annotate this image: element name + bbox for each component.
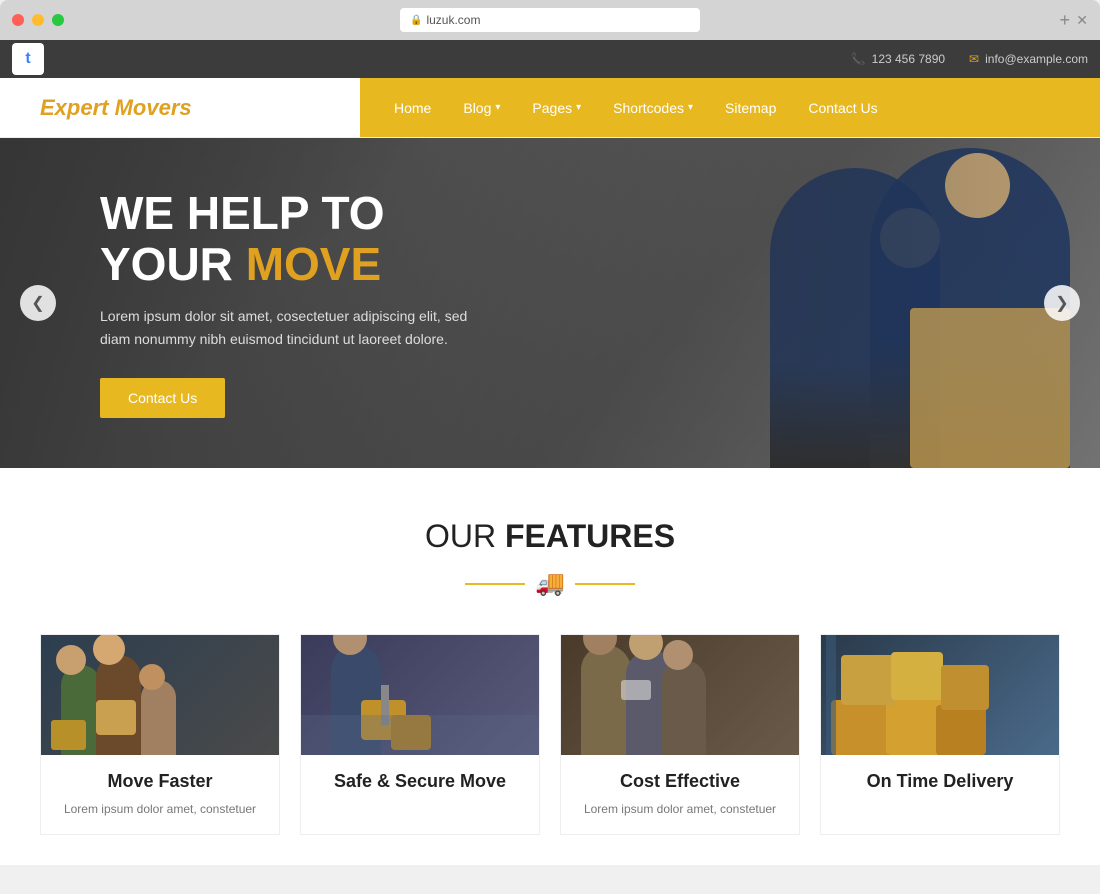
minimize-dot[interactable] bbox=[32, 14, 44, 26]
nav-blog[interactable]: Blog ▾ bbox=[449, 92, 514, 124]
site-title: Expert Movers bbox=[40, 95, 192, 121]
features-header: OUR FEATURES 🚚 bbox=[40, 518, 1060, 598]
site-logo: t bbox=[12, 43, 44, 75]
lock-icon: 🔒 bbox=[410, 15, 422, 26]
feature-card-title-1: Move Faster bbox=[57, 771, 263, 792]
shortcodes-chevron-icon: ▾ bbox=[688, 102, 693, 113]
site-topbar: t 📞 123 456 7890 ✉ info@example.com bbox=[0, 40, 1100, 78]
feature-card-body-2: Safe & Secure Move bbox=[301, 755, 539, 816]
hero-content: WE HELP TO YOUR MOVE Lorem ipsum dolor s… bbox=[100, 188, 480, 418]
chevron-left-icon: ❮ bbox=[31, 293, 44, 313]
feature-card-desc-1: Lorem ipsum dolor amet, constetuer bbox=[57, 800, 263, 818]
chevron-right-icon: ❯ bbox=[1055, 293, 1068, 313]
features-divider: 🚚 bbox=[40, 569, 1060, 598]
hero-box bbox=[910, 308, 1070, 468]
divider-line-left bbox=[465, 583, 525, 585]
nav-home[interactable]: Home bbox=[380, 92, 445, 124]
blog-chevron-icon: ▾ bbox=[495, 102, 500, 113]
features-section: OUR FEATURES 🚚 bbox=[0, 468, 1100, 865]
hero-title-highlight: MOVE bbox=[246, 238, 381, 290]
nav-contact[interactable]: Contact Us bbox=[794, 92, 891, 124]
url-text: luzuk.com bbox=[426, 13, 480, 27]
feature-card-body-1: Move Faster Lorem ipsum dolor amet, cons… bbox=[41, 755, 279, 834]
maximize-dot[interactable] bbox=[52, 14, 64, 26]
phone-info: 📞 123 456 7890 bbox=[851, 52, 945, 66]
phone-icon: 📞 bbox=[851, 52, 866, 66]
features-title-normal: OUR bbox=[425, 518, 505, 554]
hero-next-button[interactable]: ❯ bbox=[1044, 285, 1080, 321]
hero-title-line2: YOUR MOVE bbox=[100, 239, 480, 290]
hero-description: Lorem ipsum dolor sit amet, cosectetuer … bbox=[100, 305, 480, 350]
email-address: info@example.com bbox=[985, 52, 1088, 66]
address-bar[interactable]: 🔒 luzuk.com bbox=[400, 8, 700, 32]
nav-sitemap[interactable]: Sitemap bbox=[711, 92, 790, 124]
email-info: ✉ info@example.com bbox=[969, 52, 1088, 66]
feature-card-body-3: Cost Effective Lorem ipsum dolor amet, c… bbox=[561, 755, 799, 834]
close-button[interactable]: ✕ bbox=[1076, 12, 1088, 29]
browser-window: 🔒 luzuk.com + ✕ t 📞 123 456 7890 ✉ info@… bbox=[0, 0, 1100, 865]
phone-number: 123 456 7890 bbox=[872, 52, 945, 66]
truck-icon: 🚚 bbox=[535, 569, 565, 598]
feature-card-body-4: On Time Delivery bbox=[821, 755, 1059, 816]
browser-dots bbox=[12, 14, 64, 26]
nav-pages[interactable]: Pages ▾ bbox=[518, 92, 595, 124]
hero-section: WE HELP TO YOUR MOVE Lorem ipsum dolor s… bbox=[0, 138, 1100, 468]
browser-titlebar: 🔒 luzuk.com + ✕ bbox=[0, 0, 1100, 40]
feature-card-desc-3: Lorem ipsum dolor amet, constetuer bbox=[577, 800, 783, 818]
hero-title: WE HELP TO YOUR MOVE bbox=[100, 188, 480, 289]
feature-card-delivery: On Time Delivery bbox=[820, 634, 1060, 835]
nav-shortcodes[interactable]: Shortcodes ▾ bbox=[599, 92, 707, 124]
features-title-bold: FEATURES bbox=[505, 518, 675, 554]
feature-card-cost: Cost Effective Lorem ipsum dolor amet, c… bbox=[560, 634, 800, 835]
features-title: OUR FEATURES bbox=[40, 518, 1060, 555]
divider-line-right bbox=[575, 583, 635, 585]
feature-image-family bbox=[41, 635, 279, 755]
feature-image-moving bbox=[301, 635, 539, 755]
feature-image-people bbox=[561, 635, 799, 755]
feature-card-safe: Safe & Secure Move bbox=[300, 634, 540, 835]
website-content: t 📞 123 456 7890 ✉ info@example.com Expe… bbox=[0, 40, 1100, 865]
pages-chevron-icon: ▾ bbox=[576, 102, 581, 113]
site-header: Expert Movers Home Blog ▾ Pages ▾ Shortc… bbox=[0, 78, 1100, 138]
main-nav: Home Blog ▾ Pages ▾ Shortcodes ▾ Sitemap bbox=[360, 78, 1100, 137]
logo-area: Expert Movers bbox=[0, 78, 360, 137]
feature-card-title-2: Safe & Secure Move bbox=[317, 771, 523, 792]
hero-prev-button[interactable]: ❮ bbox=[20, 285, 56, 321]
hero-title-line1: WE HELP TO bbox=[100, 188, 480, 239]
features-grid: Move Faster Lorem ipsum dolor amet, cons… bbox=[40, 634, 1060, 835]
close-dot[interactable] bbox=[12, 14, 24, 26]
feature-card-title-4: On Time Delivery bbox=[837, 771, 1043, 792]
hero-cta-button[interactable]: Contact Us bbox=[100, 378, 225, 418]
feature-card-move-faster: Move Faster Lorem ipsum dolor amet, cons… bbox=[40, 634, 280, 835]
feature-image-packages bbox=[821, 635, 1059, 755]
feature-card-title-3: Cost Effective bbox=[577, 771, 783, 792]
new-tab-button[interactable]: + bbox=[1059, 11, 1070, 29]
email-icon: ✉ bbox=[969, 52, 979, 66]
